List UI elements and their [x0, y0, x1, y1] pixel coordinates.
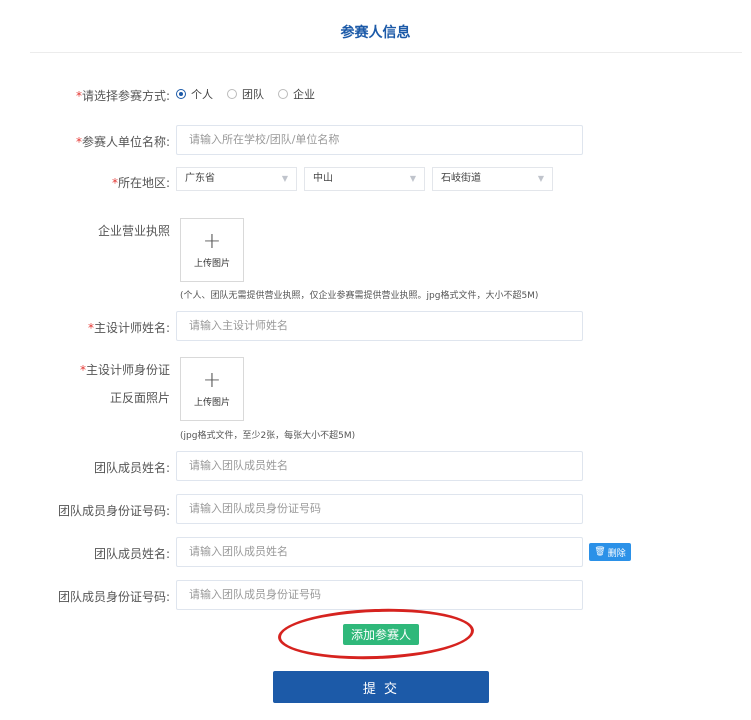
- radio-checked-icon: [176, 89, 186, 99]
- member-name-input[interactable]: 请输入团队成员姓名: [176, 537, 583, 567]
- street-select[interactable]: 石岐街道 ▼: [432, 167, 553, 191]
- id-photo-upload-button[interactable]: + 上传图片: [180, 357, 244, 421]
- license-upload-button[interactable]: + 上传图片: [180, 218, 244, 282]
- region-label: *所在地区:: [111, 176, 170, 190]
- member-id-label: 团队成员身份证号码:: [57, 590, 170, 604]
- radio-unchecked-icon: [227, 89, 237, 99]
- id-photo-hint: (jpg格式文件，至少2张，每张大小不超5M): [180, 431, 356, 441]
- member-name-label: 团队成员姓名:: [93, 547, 170, 561]
- entry-mode-label: *请选择参赛方式:: [75, 89, 170, 103]
- radio-individual[interactable]: 个人: [176, 86, 213, 102]
- add-participant-button[interactable]: 添加参赛人: [343, 624, 419, 645]
- member-name-input[interactable]: 请输入团队成员姓名: [176, 451, 583, 481]
- radio-team[interactable]: 团队: [227, 86, 264, 102]
- member-id-input[interactable]: 请输入团队成员身份证号码: [176, 494, 583, 524]
- designer-name-input[interactable]: 请输入主设计师姓名: [176, 311, 583, 341]
- page-title: 参赛人信息: [340, 25, 411, 41]
- chevron-down-icon: ▼: [281, 174, 288, 183]
- radio-enterprise[interactable]: 企业: [278, 86, 315, 102]
- plus-icon: +: [202, 367, 222, 393]
- province-select[interactable]: 广东省 ▼: [176, 167, 297, 191]
- designer-name-label: *主设计师姓名:: [87, 321, 170, 335]
- city-select[interactable]: 中山 ▼: [304, 167, 425, 191]
- submit-button[interactable]: 提 交: [273, 671, 489, 703]
- unit-name-label: *参赛人单位名称:: [75, 135, 170, 149]
- member-name-label: 团队成员姓名:: [93, 461, 170, 475]
- chevron-down-icon: ▼: [409, 174, 416, 183]
- designer-id-label-line2: 正反面照片: [109, 391, 170, 405]
- radio-unchecked-icon: [278, 89, 288, 99]
- chevron-down-icon: ▼: [537, 174, 544, 183]
- unit-name-input[interactable]: 请输入所在学校/团队/单位名称: [176, 125, 583, 155]
- license-hint: (个人、团队无需提供营业执照，仅企业参赛需提供营业执照。jpg格式文件，大小不超…: [180, 291, 539, 301]
- title-divider: [30, 52, 742, 53]
- entry-mode-radio-group: 个人 团队 企业: [176, 86, 315, 102]
- designer-id-label: *主设计师身份证: [79, 363, 170, 377]
- license-label: 企业营业执照: [97, 224, 170, 238]
- plus-icon: +: [202, 228, 222, 254]
- member-id-input[interactable]: 请输入团队成员身份证号码: [176, 580, 583, 610]
- member-id-label: 团队成员身份证号码:: [57, 504, 170, 518]
- trash-icon: 🗑: [594, 547, 606, 557]
- delete-member-button[interactable]: 🗑 删除: [589, 543, 631, 561]
